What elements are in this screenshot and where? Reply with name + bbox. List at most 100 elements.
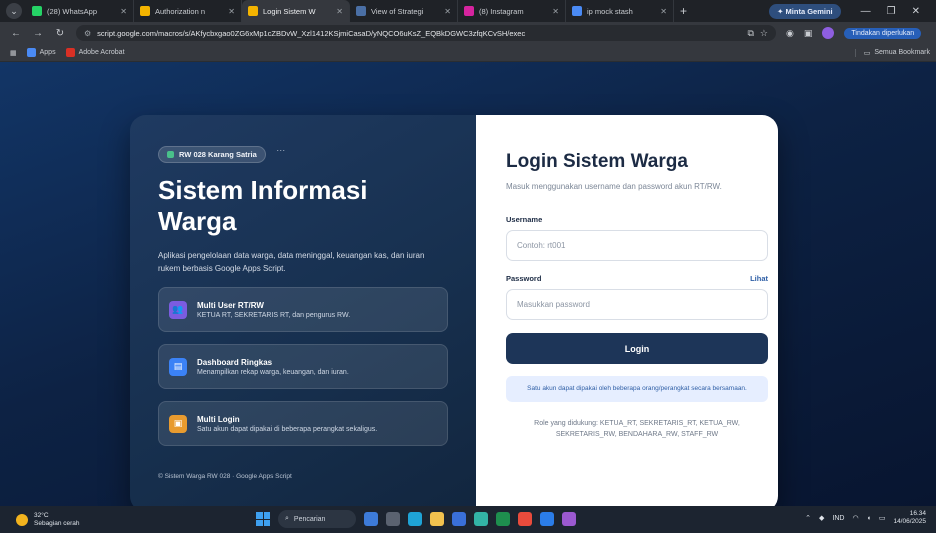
url-text: script.google.com/macros/s/AKfycbxgao0ZG…: [97, 28, 526, 38]
browser-toolbar: ← → ↻ ⚙ script.google.com/macros/s/AKfyc…: [0, 22, 936, 44]
feature-title: Multi Login: [197, 414, 240, 424]
file-explorer-icon[interactable]: [430, 512, 444, 526]
bookmarks-bar: ▦ Apps Adobe Acrobat ▭ Semua Bookmark: [0, 44, 936, 62]
feature-desc: Satu akun dapat dipakai di beberapa pera…: [197, 425, 378, 433]
copilot-icon[interactable]: [474, 512, 488, 526]
battery-icon[interactable]: ▭: [879, 514, 886, 522]
taskbar-search[interactable]: ⌕ Pencarian: [278, 510, 356, 528]
ellipsis-icon: ···: [276, 145, 286, 155]
chrome-icon[interactable]: [518, 512, 532, 526]
feature-dashboard: ▤ Dashboard Ringkas Menampilkan rekap wa…: [158, 344, 448, 389]
minimize-icon[interactable]: —: [861, 6, 871, 17]
feature-desc: Menampilkan rekap warga, keuangan, dan i…: [197, 368, 349, 376]
maximize-icon[interactable]: ❐: [887, 6, 896, 17]
weather-desc: Sebagian cerah: [34, 519, 80, 527]
translate-icon[interactable]: ⧉: [747, 28, 753, 39]
username-label: Username: [506, 215, 543, 224]
photos-icon[interactable]: [562, 512, 576, 526]
forward-icon[interactable]: →: [32, 28, 44, 39]
tab-search-icon[interactable]: ⌄: [6, 3, 22, 19]
login-subtitle: Masuk menggunakan username dan password …: [506, 182, 722, 191]
tab-title: Authorization n: [155, 6, 206, 16]
bookmark-item[interactable]: Adobe Acrobat: [65, 48, 125, 57]
site-info-icon[interactable]: ⚙: [84, 29, 91, 38]
new-tab-icon[interactable]: +: [680, 4, 687, 18]
browser-tab[interactable]: (8) Instagram ✕: [458, 0, 566, 22]
folder-icon: ▭: [863, 49, 871, 57]
side-panel-icon[interactable]: ▣: [804, 28, 813, 39]
tab-favicon-icon: [572, 6, 582, 16]
browser-tab[interactable]: View of Strategi ✕: [350, 0, 458, 22]
system-tray: ⌃ ◆ IND ◠ ◖ ▭ 16.34 14/06/2025: [805, 510, 926, 526]
language-indicator[interactable]: IND: [832, 515, 844, 522]
tab-title: View of Strategi: [371, 6, 424, 16]
search-icon: ⌕: [285, 515, 289, 522]
volume-icon[interactable]: ◖: [867, 515, 871, 522]
network-app-icon[interactable]: ◆: [819, 514, 824, 522]
username-input[interactable]: [506, 230, 768, 261]
bookmark-favicon-icon: [26, 48, 36, 57]
feature-title: Dashboard Ringkas: [197, 357, 273, 367]
tab-title: (28) WhatsApp: [47, 6, 98, 16]
store-icon[interactable]: [452, 512, 466, 526]
taskbar: 32°C Sebagian cerah ⌕ Pencarian ⌃ ◆ IND …: [0, 506, 936, 533]
login-panel: Login Sistem Warga Masuk menggunakan use…: [476, 115, 778, 512]
footer-note: © Sistem Warga RW 028 · Google Apps Scri…: [158, 473, 292, 480]
bookmark-list: Apps Adobe Acrobat: [17, 48, 125, 57]
browser-tab[interactable]: ip mock stash ✕: [566, 0, 674, 22]
excel-icon[interactable]: [496, 512, 510, 526]
gemini-button[interactable]: ✦ Minta Gemini: [769, 3, 841, 19]
password-label: Password: [506, 274, 542, 283]
task-view-icon[interactable]: [386, 512, 400, 526]
bookmark-label: Apps: [39, 49, 56, 56]
extension-icon[interactable]: ◉: [786, 28, 794, 39]
all-bookmarks-label: Semua Bookmark: [874, 49, 930, 56]
tab-favicon-icon: [140, 6, 150, 16]
tab-list: (28) WhatsApp ✕ Authorization n ✕ Login Sist…: [26, 0, 674, 22]
back-icon[interactable]: ←: [10, 28, 22, 39]
all-bookmarks-button[interactable]: ▭ Semua Bookmark: [854, 48, 930, 57]
login-button[interactable]: Login: [506, 333, 768, 364]
taskbar-search-label: Pencarian: [293, 515, 326, 523]
login-card: RW 028 Karang Satria ··· Sistem Informas…: [130, 115, 778, 512]
tab-title: Login Sistem W: [263, 6, 316, 16]
edge-icon[interactable]: [408, 512, 422, 526]
bookmark-star-icon[interactable]: ☆: [760, 28, 768, 39]
clock-date: 14/06/2025: [893, 518, 926, 525]
password-input[interactable]: [506, 289, 768, 320]
login-title: Login Sistem Warga: [506, 151, 688, 172]
apps-grid-icon[interactable]: ▦: [10, 49, 17, 57]
tab-close-icon[interactable]: ✕: [120, 7, 127, 16]
profile-avatar[interactable]: [822, 27, 835, 39]
tab-favicon-icon: [32, 6, 42, 16]
bookmark-item[interactable]: Apps: [26, 48, 56, 57]
wifi-icon[interactable]: ◠: [852, 514, 858, 522]
gemini-label: Minta Gemini: [785, 6, 833, 16]
system-description: Aplikasi pengelolaan data warga, data me…: [158, 251, 425, 273]
clock[interactable]: 16.34 14/06/2025: [893, 510, 926, 526]
browser-tab[interactable]: (28) WhatsApp ✕: [26, 0, 134, 22]
feature-title: Multi User RT/RW: [197, 300, 264, 310]
chevron-up-icon[interactable]: ⌃: [805, 514, 811, 522]
action-required-button[interactable]: Tindakan diperlukan: [844, 27, 922, 39]
weather-widget[interactable]: 32°C Sebagian cerah: [16, 512, 80, 528]
tab-close-icon[interactable]: ✕: [660, 7, 667, 16]
reload-icon[interactable]: ↻: [54, 28, 66, 39]
badge-label: RW 028 Karang Satria: [179, 150, 257, 159]
feature-multi-login: ▣ Multi Login Satu akun dapat dipakai di…: [158, 401, 448, 446]
browser-tab[interactable]: Login Sistem W ✕: [242, 0, 350, 22]
tab-title: (8) Instagram: [479, 6, 524, 16]
close-window-icon[interactable]: ✕: [912, 6, 920, 17]
show-password-toggle[interactable]: Lihat: [750, 274, 768, 283]
tab-favicon-icon: [248, 6, 258, 16]
windows-start-icon[interactable]: [256, 512, 270, 526]
address-bar[interactable]: ⚙ script.google.com/macros/s/AKfycbxgao0…: [76, 25, 776, 41]
widgets-icon[interactable]: [364, 512, 378, 526]
page-background: RW 028 Karang Satria ··· Sistem Informas…: [0, 62, 936, 512]
tab-close-icon[interactable]: ✕: [336, 7, 343, 16]
tab-close-icon[interactable]: ✕: [444, 7, 451, 16]
browser-tab[interactable]: Authorization n ✕: [134, 0, 242, 22]
tab-close-icon[interactable]: ✕: [228, 7, 235, 16]
mail-icon[interactable]: [540, 512, 554, 526]
tab-close-icon[interactable]: ✕: [552, 7, 559, 16]
